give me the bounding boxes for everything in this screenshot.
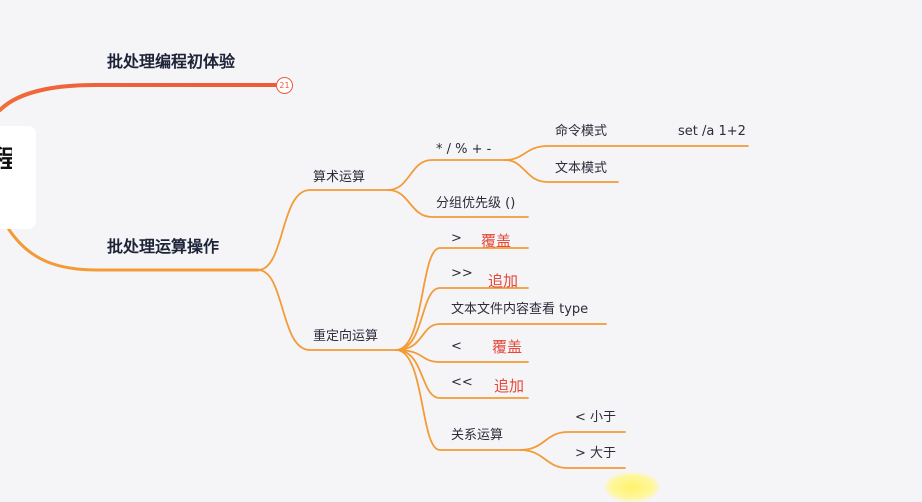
cursor-highlight <box>604 472 660 502</box>
note-overwrite-gt: 覆盖 <box>481 232 512 250</box>
node-greater-than[interactable]: > 大于 <box>575 446 616 462</box>
node-type-command[interactable]: 文本文件内容查看 type <box>451 302 588 318</box>
note-set-command[interactable]: set /a 1+2 <box>678 124 746 140</box>
node-operators[interactable]: * / % + - <box>436 142 491 158</box>
node-command-mode[interactable]: 命令模式 <box>555 124 607 140</box>
node-arithmetic[interactable]: 算术运算 <box>313 170 365 186</box>
note-append-ltlt: 追加 <box>494 377 525 395</box>
connector-ops-cmd <box>504 145 749 161</box>
node-less-than[interactable]: < 小于 <box>575 410 616 426</box>
node-redirect-gt[interactable]: > <box>451 231 462 247</box>
collapsed-count-badge[interactable]: 21 <box>276 77 293 94</box>
connector-root-branch1 <box>0 83 278 112</box>
node-redirect[interactable]: 重定向运算 <box>313 329 378 345</box>
node-redirect-gtgt[interactable]: >> <box>451 266 473 282</box>
node-redirect-lt[interactable]: < <box>451 339 462 355</box>
node-group-priority[interactable]: 分组优先级 () <box>436 196 515 212</box>
root-node-label: 程 <box>0 145 12 173</box>
node-text-mode[interactable]: 文本模式 <box>555 161 607 177</box>
node-redirect-ltlt[interactable]: << <box>451 375 473 391</box>
note-append-gtgt: 追加 <box>488 272 519 290</box>
connector-arith-ops <box>387 159 506 191</box>
connector-branch2-arith <box>257 189 389 271</box>
branch-batch-intro[interactable]: 批处理编程初体验 <box>107 52 235 72</box>
node-relation[interactable]: 关系运算 <box>451 428 503 444</box>
note-overwrite-lt: 覆盖 <box>492 338 523 356</box>
root-node[interactable] <box>0 126 36 229</box>
branch-batch-operations[interactable]: 批处理运算操作 <box>107 237 219 257</box>
